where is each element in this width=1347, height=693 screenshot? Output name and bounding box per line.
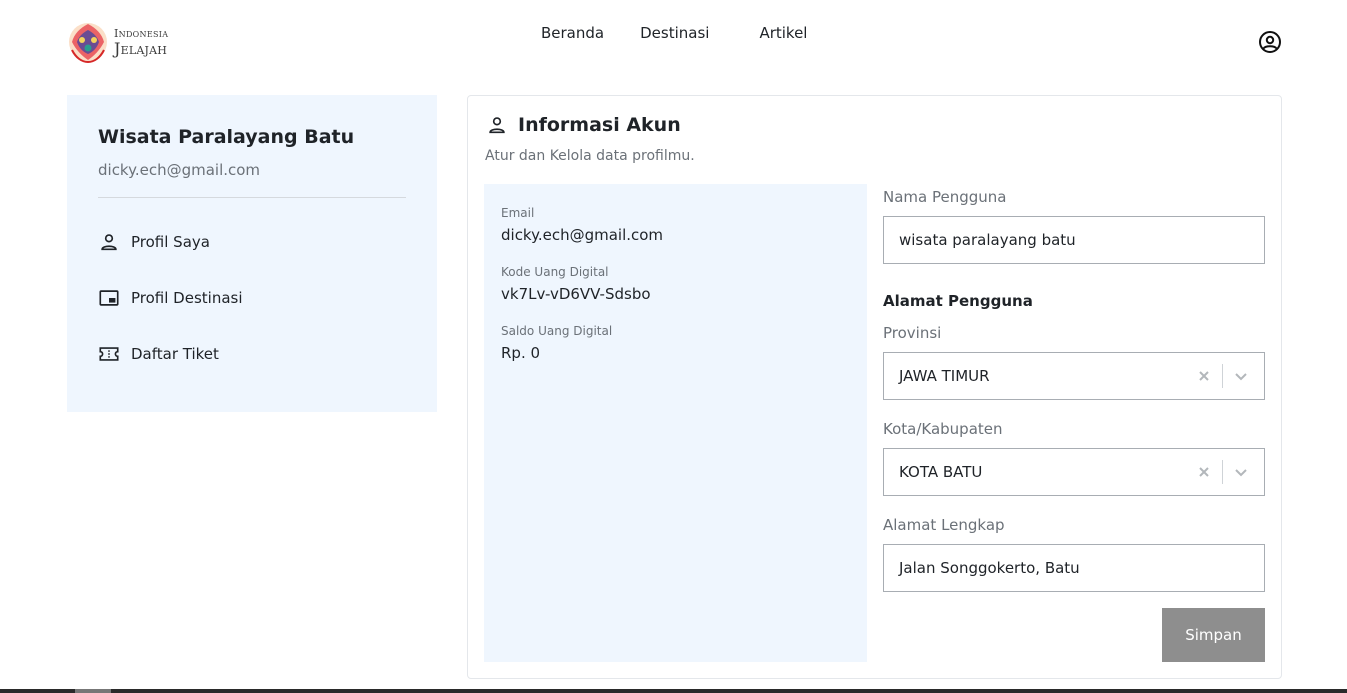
picture-in-picture-icon: [99, 290, 119, 306]
chevron-down-icon[interactable]: [1233, 368, 1249, 384]
city-value: KOTA BATU: [899, 463, 983, 481]
ticket-icon: [99, 347, 119, 361]
sidebar-item-daftar-tiket[interactable]: Daftar Tiket: [98, 343, 219, 365]
horizontal-scrollbar[interactable]: [0, 689, 1347, 693]
sidebar-item-profil-saya[interactable]: Profil Saya: [98, 231, 210, 253]
profile-sidebar: Wisata Paralayang Batu dicky.ech@gmail.c…: [67, 95, 437, 412]
account-summary-panel: Email dicky.ech@gmail.com Kode Uang Digi…: [484, 184, 867, 662]
city-select[interactable]: KOTA BATU: [883, 448, 1265, 496]
email-label: Email: [501, 206, 535, 220]
top-navbar: Indonesia Jelajah Beranda Destinasi Arti…: [0, 0, 1347, 84]
scrollbar-thumb[interactable]: [75, 689, 111, 693]
sidebar-item-profil-destinasi[interactable]: Profil Destinasi: [98, 287, 243, 309]
account-info-card: Informasi Akun Atur dan Kelola data prof…: [467, 95, 1282, 679]
card-header: Informasi Akun: [486, 114, 681, 136]
nav-artikel[interactable]: Artikel: [759, 24, 807, 42]
address-heading: Alamat Pengguna: [883, 292, 1033, 310]
sidebar-item-label: Profil Destinasi: [131, 289, 243, 307]
logo-icon: [69, 23, 107, 64]
digital-money-code-label: Kode Uang Digital: [501, 265, 609, 279]
logo-line2: Jelajah: [114, 38, 168, 58]
sidebar-item-label: Daftar Tiket: [131, 345, 219, 363]
logo-line1: Indonesia: [114, 26, 169, 40]
full-address-label: Alamat Lengkap: [883, 516, 1005, 534]
nav-destinasi[interactable]: Destinasi: [640, 24, 709, 42]
person-icon: [101, 234, 117, 251]
main-nav: Beranda Destinasi Artikel: [541, 24, 843, 42]
digital-balance-label: Saldo Uang Digital: [501, 324, 613, 338]
sidebar-divider: [98, 197, 406, 198]
sidebar-item-label: Profil Saya: [131, 233, 210, 251]
user-account-icon[interactable]: [1258, 30, 1282, 54]
city-label: Kota/Kabupaten: [883, 420, 1003, 438]
brand-logo[interactable]: Indonesia Jelajah: [66, 20, 182, 64]
digital-balance-value: Rp. 0: [501, 344, 541, 362]
profile-name: Wisata Paralayang Batu: [98, 126, 355, 148]
full-address-input[interactable]: Jalan Songgokerto, Batu: [883, 544, 1265, 592]
card-subtitle: Atur dan Kelola data profilmu.: [485, 148, 695, 164]
select-separator: [1222, 460, 1223, 484]
username-label: Nama Pengguna: [883, 188, 1007, 206]
save-button[interactable]: Simpan: [1162, 608, 1265, 662]
clear-icon[interactable]: [1196, 368, 1212, 384]
province-value: JAWA TIMUR: [899, 367, 990, 385]
chevron-down-icon[interactable]: [1233, 464, 1249, 480]
person-icon: [489, 117, 505, 134]
username-input[interactable]: wisata paralayang batu: [883, 216, 1265, 264]
province-label: Provinsi: [883, 324, 942, 342]
clear-icon[interactable]: [1196, 464, 1212, 480]
logo-wordmark: Indonesia Jelajah: [114, 28, 168, 57]
select-separator: [1222, 364, 1223, 388]
full-address-value: Jalan Songgokerto, Batu: [899, 559, 1080, 577]
profile-email: dicky.ech@gmail.com: [98, 161, 261, 179]
card-title: Informasi Akun: [518, 114, 681, 136]
province-select[interactable]: JAWA TIMUR: [883, 352, 1265, 400]
digital-money-code-value: vk7Lv-vD6VV-Sdsbo: [501, 285, 651, 303]
username-value: wisata paralayang batu: [899, 231, 1076, 249]
nav-beranda[interactable]: Beranda: [541, 24, 604, 42]
email-value: dicky.ech@gmail.com: [501, 226, 664, 244]
